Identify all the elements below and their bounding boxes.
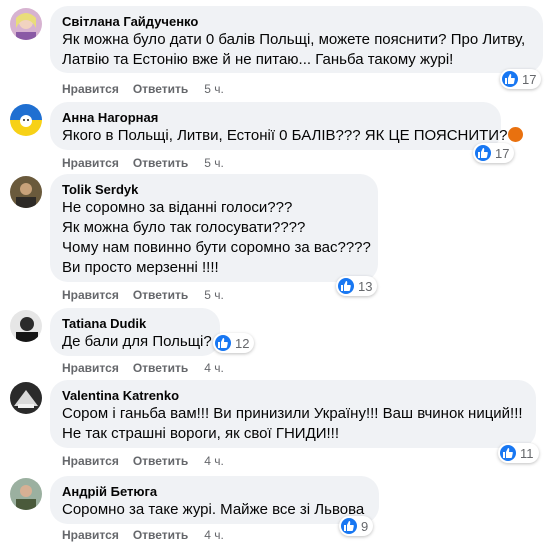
reaction-number: 9 xyxy=(361,518,369,534)
comment-actions: Нравится Ответить 4 ч. xyxy=(62,360,224,376)
like-icon xyxy=(500,445,516,461)
comment-text-line: Де бали для Польщі? xyxy=(62,333,212,350)
comment-text: Якого в Польщі, Литви, Естонії 0 БАЛІВ??… xyxy=(62,127,508,144)
like-button[interactable]: Нравится xyxy=(62,453,119,469)
reply-button[interactable]: Ответить xyxy=(133,527,188,543)
reply-button[interactable]: Ответить xyxy=(133,453,188,469)
comment-author[interactable]: Valentina Katrenko xyxy=(62,387,524,404)
comment-author[interactable]: Андрій Бетюга xyxy=(62,483,367,500)
comment-bubble: Tatiana Dudik Де бали для Польщі? xyxy=(50,308,220,356)
reaction-number: 13 xyxy=(358,278,373,294)
comment-text-line: Якого в Польщі, Литви, Естонії 0 БАЛІВ??… xyxy=(62,126,524,146)
reaction-number: 11 xyxy=(520,445,534,461)
like-button[interactable]: Нравится xyxy=(62,81,119,97)
timestamp[interactable]: 5 ч. xyxy=(204,287,224,303)
comment-bubble: Tolik Serdyk Не соромно за віданні голос… xyxy=(50,174,378,282)
like-button[interactable]: Нравится xyxy=(62,287,119,303)
comment-author[interactable]: Tolik Serdyk xyxy=(62,181,366,198)
comment-bubble: Анна Нагорная Якого в Польщі, Литви, Ест… xyxy=(50,102,524,150)
reply-button[interactable]: Ответить xyxy=(133,287,188,303)
timestamp[interactable]: 4 ч. xyxy=(204,360,224,376)
avatar[interactable] xyxy=(10,104,42,136)
avatar[interactable] xyxy=(10,382,42,414)
like-icon xyxy=(475,145,491,161)
comment-text-line: Як можна було так голосувати???? xyxy=(62,219,306,236)
comment-text-line: Латвію та Естонію вже й не питаю... Гань… xyxy=(62,51,454,68)
reaction-number: 12 xyxy=(235,335,250,351)
reply-button[interactable]: Ответить xyxy=(133,81,188,97)
comment-bubble: Valentina Katrenko Сором і ганьба вам!!!… xyxy=(50,380,536,448)
timestamp[interactable]: 5 ч. xyxy=(204,155,224,171)
reaction-count[interactable]: 12 xyxy=(213,333,255,353)
like-button[interactable]: Нравится xyxy=(62,527,119,543)
avatar[interactable] xyxy=(10,310,42,342)
like-icon xyxy=(502,71,518,87)
like-button[interactable]: Нравится xyxy=(62,155,119,171)
avatar[interactable] xyxy=(10,478,42,510)
comment-bubble: Світлана Гайдученко Як можна було дати 0… xyxy=(50,6,543,73)
avatar[interactable] xyxy=(10,176,42,208)
comment-text-line: Чому нам повинно бути соромно за вас???? xyxy=(62,239,371,256)
reaction-count[interactable]: 17 xyxy=(473,143,515,163)
timestamp[interactable]: 4 ч. xyxy=(204,453,224,469)
like-icon xyxy=(338,278,354,294)
comment-actions: Нравится Ответить 4 ч. xyxy=(62,527,224,543)
like-icon xyxy=(341,518,357,534)
comment-text-line: Не соромно за віданні голоси??? xyxy=(62,199,293,216)
comment-text-line: Не так страшні вороги, як свої ГНИДИ!!! xyxy=(62,425,340,442)
comment-text-line: Сором і ганьба вам!!! Ви принизили Украї… xyxy=(62,405,523,422)
comment-author[interactable]: Анна Нагорная xyxy=(62,109,489,126)
comment-bubble: Андрій Бетюга Соромно за таке журі. Майж… xyxy=(50,476,379,524)
reaction-count[interactable]: 9 xyxy=(339,516,374,536)
comment-actions: Нравится Ответить 5 ч. xyxy=(62,155,224,171)
reaction-count[interactable]: 11 xyxy=(498,443,539,463)
like-icon xyxy=(215,335,231,351)
timestamp[interactable]: 5 ч. xyxy=(204,81,224,97)
reaction-count[interactable]: 17 xyxy=(500,69,542,89)
comment-actions: Нравится Ответить 4 ч. xyxy=(62,453,224,469)
angry-face-emoji xyxy=(508,127,524,142)
comment-actions: Нравится Ответить 5 ч. xyxy=(62,287,224,303)
comment-text-line: Як можна було дати 0 балів Польщі, может… xyxy=(62,31,526,48)
reply-button[interactable]: Ответить xyxy=(133,155,188,171)
comment-author[interactable]: Tatiana Dudik xyxy=(62,315,208,332)
reply-button[interactable]: Ответить xyxy=(133,360,188,376)
comment-text-line: Ви просто мерзенні !!!! xyxy=(62,259,219,276)
comment-actions: Нравится Ответить 5 ч. xyxy=(62,81,224,97)
reaction-number: 17 xyxy=(495,145,510,161)
reaction-count[interactable]: 13 xyxy=(336,276,378,296)
comment-author[interactable]: Світлана Гайдученко xyxy=(62,13,531,30)
timestamp[interactable]: 4 ч. xyxy=(204,527,224,543)
reaction-number: 17 xyxy=(522,71,537,87)
avatar[interactable] xyxy=(10,8,42,40)
comment-text-line: Соромно за таке журі. Майже все зі Львов… xyxy=(62,501,365,518)
like-button[interactable]: Нравится xyxy=(62,360,119,376)
